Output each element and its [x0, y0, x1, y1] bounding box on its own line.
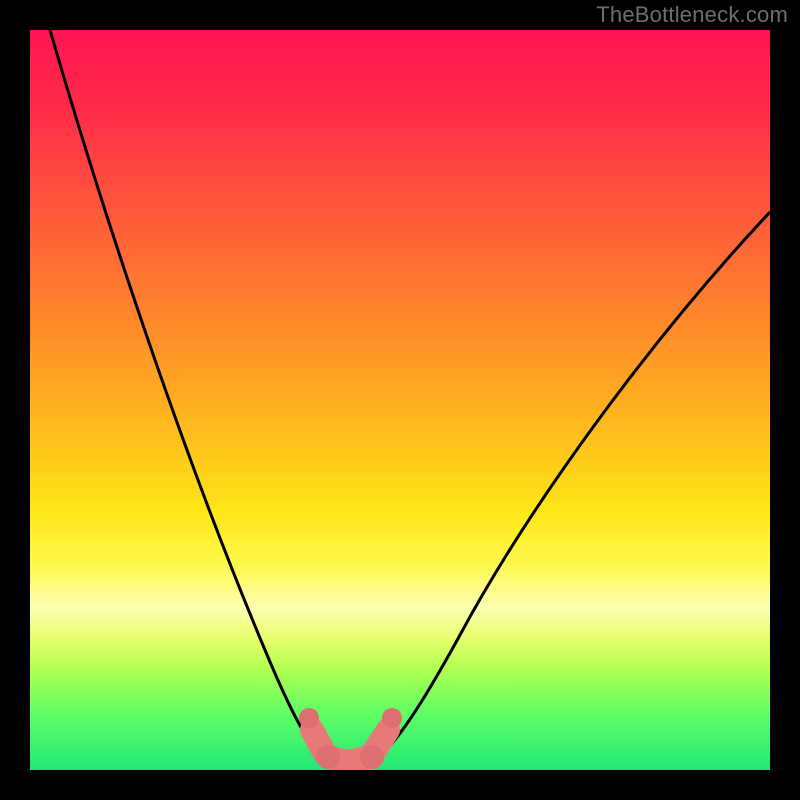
plot-area — [30, 30, 770, 770]
trough-marker-dot-left — [299, 708, 319, 728]
chart-frame: TheBottleneck.com — [0, 0, 800, 800]
trough-marker-dot-right — [382, 708, 402, 728]
curve-path — [50, 30, 770, 768]
trough-marker-dot-bottom-right — [360, 745, 384, 769]
watermark-text: TheBottleneck.com — [596, 2, 788, 28]
bottleneck-curve — [30, 30, 770, 770]
trough-marker-dot-bottom-left — [316, 745, 340, 769]
